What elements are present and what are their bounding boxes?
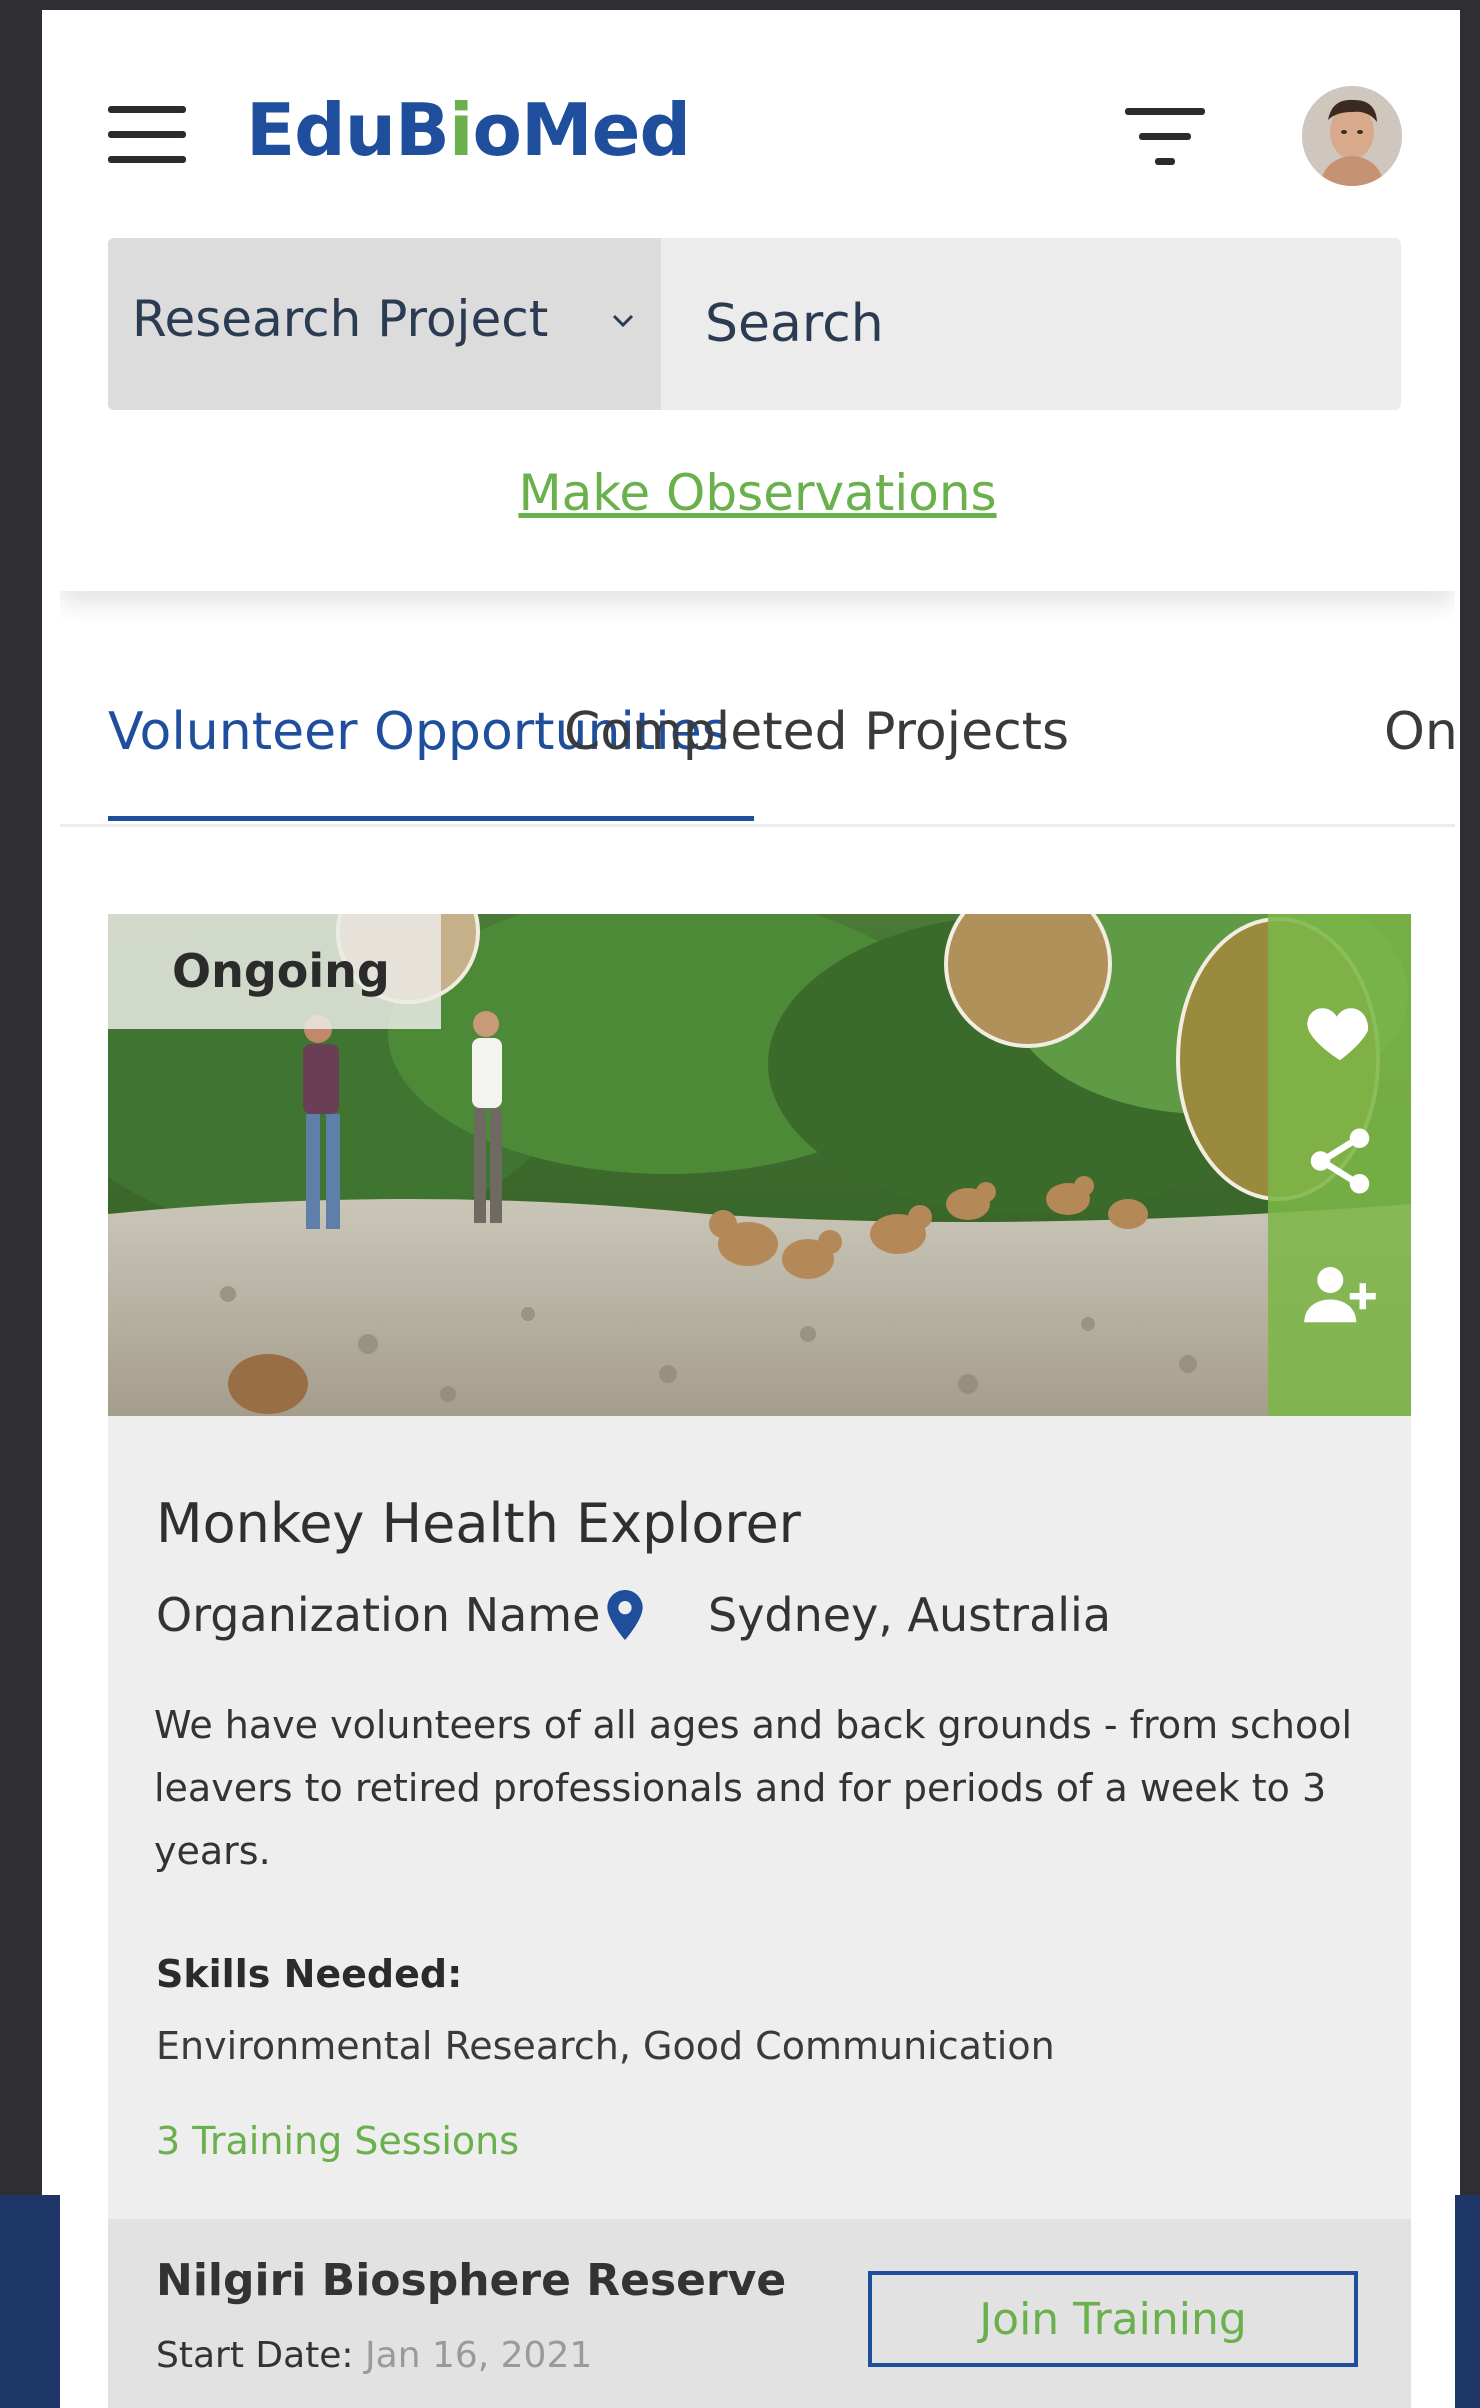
project-location: Sydney, Australia: [708, 1588, 1112, 1642]
chevron-down-icon: [612, 314, 634, 328]
hamburger-menu-icon[interactable]: [108, 106, 188, 166]
venue-name: Nilgiri Biosphere Reserve: [156, 2255, 787, 2306]
start-date: Start Date: Jan 16, 2021: [156, 2335, 592, 2376]
project-card[interactable]: Ongoing Monkey Health Explorer Organizat…: [108, 914, 1411, 2408]
window-frame-top: [0, 0, 1480, 10]
tab-ongoing-truncated[interactable]: On: [1384, 702, 1455, 762]
category-select-value: Research Project: [132, 290, 549, 348]
start-date-value: Jan 16, 2021: [365, 2335, 593, 2376]
status-badge: Ongoing: [108, 914, 441, 1029]
app-header: EduBioMed Research Project Search Make O…: [60, 26, 1455, 591]
project-description: We have volunteers of all ages and back …: [154, 1703, 1353, 1873]
filter-icon[interactable]: [1125, 108, 1205, 168]
logo-leaf-glyph: i: [448, 88, 474, 172]
organization-name: Organization Name: [156, 1588, 601, 1642]
tab-bar: Volunteer Opportunities Completed Projec…: [60, 626, 1455, 826]
mobile-app-screen: EduBioMed Research Project Search Make O…: [60, 26, 1455, 2408]
active-tab-indicator: [108, 816, 754, 821]
card-footer: Nilgiri Biosphere Reserve Start Date: Ja…: [108, 2219, 1411, 2408]
tab-completed-projects[interactable]: Completed Projects: [564, 702, 1069, 762]
join-training-button[interactable]: Join Training: [868, 2271, 1358, 2367]
make-observations-link[interactable]: Make Observations: [60, 464, 1455, 522]
add-user-icon[interactable]: [1301, 1254, 1379, 1332]
card-action-rail: [1268, 914, 1411, 1416]
edubiomed-logo[interactable]: EduBioMed: [246, 88, 691, 188]
project-image: Ongoing: [108, 914, 1411, 1416]
category-select[interactable]: Research Project: [108, 238, 661, 410]
training-sessions-link[interactable]: 3 Training Sessions: [156, 2119, 519, 2163]
project-title[interactable]: Monkey Health Explorer: [156, 1492, 801, 1555]
heart-icon[interactable]: [1301, 992, 1379, 1070]
start-date-label: Start Date:: [156, 2335, 354, 2376]
search-input[interactable]: [661, 238, 1401, 410]
window-frame-left: [0, 0, 42, 2408]
tab-divider: [60, 824, 1455, 827]
search-bar: Research Project: [108, 238, 1401, 410]
skills-list: Environmental Research, Good Communicati…: [156, 2024, 1055, 2068]
user-avatar[interactable]: [1302, 86, 1402, 186]
window-frame-right: [1460, 0, 1480, 2408]
share-icon[interactable]: [1301, 1122, 1379, 1200]
skills-heading: Skills Needed:: [156, 1952, 463, 1996]
location-pin-icon: [607, 1590, 643, 1640]
